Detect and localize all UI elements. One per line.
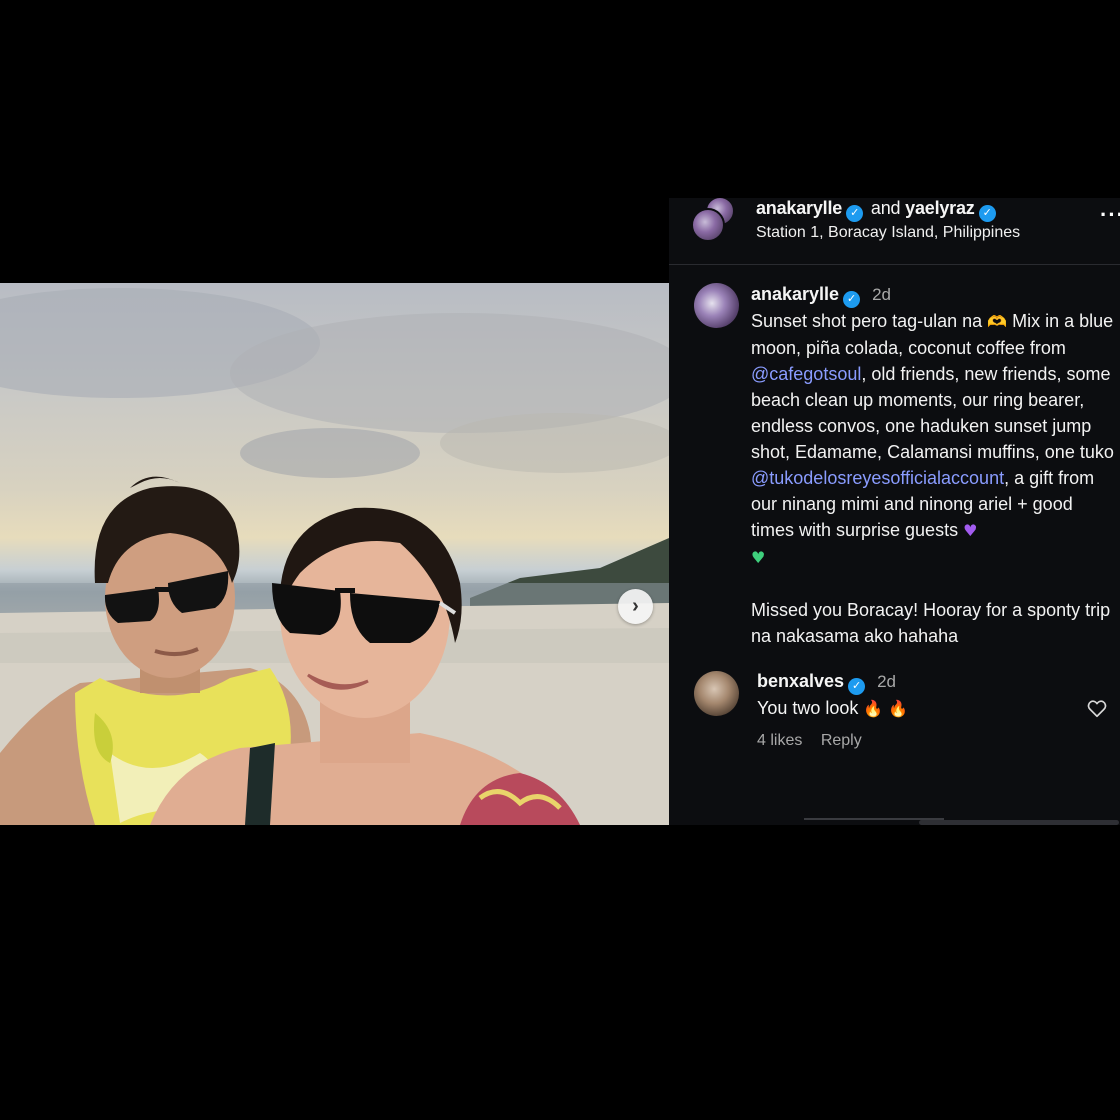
author-link-anakarylle[interactable]: anakarylle	[756, 198, 842, 218]
post-side-panel: anakarylle ✓ and yaelyraz ✓ Station 1, Bor…	[669, 198, 1120, 825]
comment-item: benxalves ✓ 2d You two look 🔥 🔥 4 likes R…	[669, 669, 1120, 750]
next-photo-button[interactable]: ›	[618, 589, 653, 624]
location-link[interactable]: Station 1, Boracay Island, Philippines	[756, 224, 1020, 242]
comment-meta: 4 likes Reply	[757, 732, 1120, 750]
comment-timestamp[interactable]: 2d	[877, 672, 896, 691]
more-horizontal-icon: ···	[1100, 202, 1120, 227]
reply-button[interactable]: Reply	[821, 732, 862, 749]
caption-text-part: Missed you Boracay! Hooray for a sponty …	[751, 600, 1116, 646]
comment-username[interactable]: benxalves	[757, 671, 844, 691]
post-photo	[0, 283, 669, 825]
beach-selfie-image	[0, 288, 669, 825]
fire-icon: 🔥 🔥	[863, 699, 909, 718]
mention-link-cafegotsoul[interactable]: @cafegotsoul	[751, 364, 861, 384]
comment-likes-count[interactable]: 4 likes	[757, 732, 802, 749]
chevron-right-icon: ›	[632, 595, 639, 617]
scrollbar-thumb[interactable]	[919, 820, 1119, 825]
caption-text-part: Sunset shot pero tag-ulan na	[751, 311, 988, 331]
verified-badge-icon: ✓	[843, 291, 861, 308]
more-options-button[interactable]: ···	[1100, 202, 1120, 228]
purple-heart-icon: ♥	[963, 521, 978, 540]
collab-avatars[interactable]	[691, 198, 735, 246]
mention-link-tukodelosreyes[interactable]: @tukodelosreyesofficialaccount	[751, 468, 1004, 488]
comment-text-part: You two look	[757, 698, 864, 718]
post-caption: anakarylle ✓ 2d Sunset shot pero tag-ulan…	[669, 265, 1120, 649]
comment-text: You two look 🔥 🔥	[757, 695, 1120, 722]
green-heart-icon: ♥	[751, 548, 766, 567]
verified-badge-icon: ✓	[848, 678, 866, 695]
avatar-anakarylle[interactable]	[691, 208, 725, 242]
post-authors: anakarylle ✓ and yaelyraz ✓	[756, 198, 999, 222]
caption-timestamp[interactable]: 2d	[872, 285, 891, 304]
caption-text: Sunset shot pero tag-ulan na 🫶 Mix in a …	[751, 308, 1116, 649]
caption-username[interactable]: anakarylle	[751, 284, 839, 304]
post-header: anakarylle ✓ and yaelyraz ✓ Station 1, Bor…	[669, 198, 1120, 265]
and-label: and	[870, 198, 901, 218]
heart-hands-icon: 🫶	[987, 312, 1008, 331]
author-link-yaelyraz[interactable]: yaelyraz	[905, 198, 975, 218]
heart-outline-icon[interactable]	[1086, 697, 1108, 719]
comment-avatar[interactable]	[694, 671, 739, 716]
verified-badge-icon: ✓	[978, 205, 996, 222]
verified-badge-icon: ✓	[846, 205, 864, 222]
caption-avatar[interactable]	[694, 283, 739, 328]
